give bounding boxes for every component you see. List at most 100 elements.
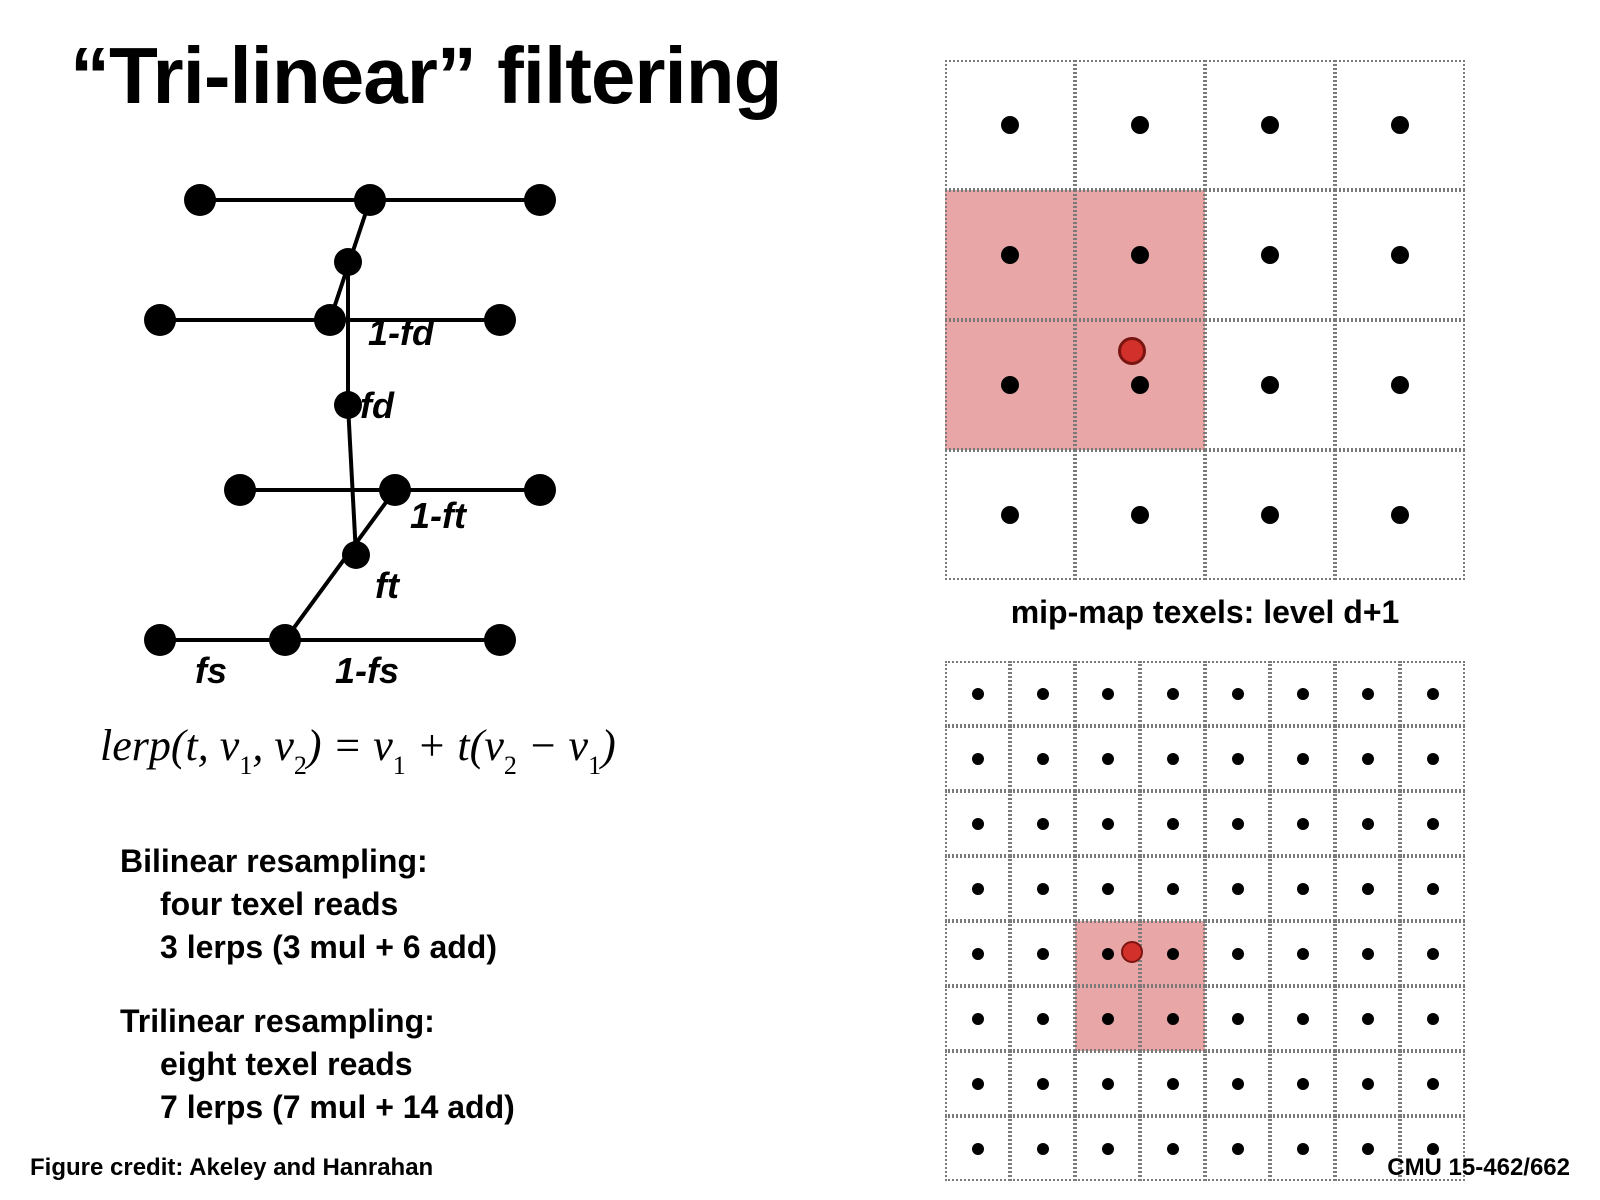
figure-credit: Figure credit: Akeley and Hanrahan	[30, 1154, 433, 1182]
texel-center-dot	[1037, 1078, 1049, 1090]
label-ft: ft	[375, 565, 399, 607]
mipmap-grid-d	[945, 661, 1465, 1181]
texel-center-dot	[1391, 246, 1409, 264]
caption-dplus1: mip-map texels: level d+1	[880, 594, 1530, 631]
texel-center-dot	[1362, 1078, 1374, 1090]
texel-center-dot	[1297, 1078, 1309, 1090]
texel-center-dot	[1427, 1078, 1439, 1090]
trilinear-diagram: 1-fd fd 1-ft ft fs 1-fs	[100, 160, 620, 690]
texel-center-dot	[1427, 753, 1439, 765]
texel-center-dot	[1232, 688, 1244, 700]
texel-center-dot	[1037, 1013, 1049, 1025]
texel-center-dot	[1391, 376, 1409, 394]
texel-center-dot	[1232, 818, 1244, 830]
texel-center-dot	[1427, 883, 1439, 895]
texel-center-dot	[1297, 883, 1309, 895]
trilinear-line1: eight texel reads	[120, 1043, 515, 1086]
texel-center-dot	[1297, 948, 1309, 960]
texel-center-dot	[1102, 948, 1114, 960]
texel-center-dot	[972, 818, 984, 830]
bilinear-line1: four texel reads	[120, 883, 497, 926]
texel-center-dot	[1001, 506, 1019, 524]
texel-center-dot	[1362, 1013, 1374, 1025]
label-1-ft: 1-ft	[410, 495, 466, 537]
texel-center-dot	[1232, 1143, 1244, 1155]
texel-center-dot	[1001, 116, 1019, 134]
texel-center-dot	[972, 883, 984, 895]
texel-center-dot	[1297, 688, 1309, 700]
texel-center-dot	[1232, 883, 1244, 895]
texel-center-dot	[1037, 883, 1049, 895]
texel-center-dot	[1232, 948, 1244, 960]
texel-center-dot	[972, 753, 984, 765]
bilinear-heading: Bilinear resampling:	[120, 843, 428, 879]
label-fd: fd	[360, 385, 394, 427]
trilinear-heading: Trilinear resampling:	[120, 1003, 435, 1039]
texel-center-dot	[1102, 818, 1114, 830]
label-1-fs: 1-fs	[335, 650, 399, 692]
texel-center-dot	[1362, 1143, 1374, 1155]
slide-title: “Tri-linear” filtering	[70, 30, 781, 122]
texel-center-dot	[1232, 1078, 1244, 1090]
texel-center-dot	[1131, 116, 1149, 134]
texel-center-dot	[1131, 246, 1149, 264]
lerp-equation: lerp(t, v1, v2) = v1 + t(v2 − v1)	[100, 720, 616, 777]
texel-center-dot	[1297, 1013, 1309, 1025]
texel-center-dot	[972, 948, 984, 960]
texel-center-dot	[1391, 506, 1409, 524]
texel-center-dot	[972, 1078, 984, 1090]
texel-center-dot	[972, 1143, 984, 1155]
texel-center-dot	[1167, 753, 1179, 765]
texel-center-dot	[1037, 818, 1049, 830]
bilinear-block: Bilinear resampling: four texel reads 3 …	[120, 840, 497, 970]
texel-center-dot	[1362, 883, 1374, 895]
texel-center-dot	[1427, 688, 1439, 700]
texel-center-dot	[1167, 1013, 1179, 1025]
texel-center-dot	[1261, 376, 1279, 394]
bilinear-line2: 3 lerps (3 mul + 6 add)	[120, 926, 497, 969]
texel-center-dot	[1297, 1143, 1309, 1155]
texel-center-dot	[1427, 1143, 1439, 1155]
texel-center-dot	[1232, 1013, 1244, 1025]
texel-center-dot	[1297, 753, 1309, 765]
caption-d: mip-map texels: level d	[880, 1195, 1530, 1200]
trilinear-line2: 7 lerps (7 mul + 14 add)	[120, 1086, 515, 1129]
texel-center-dot	[1037, 753, 1049, 765]
texel-center-dot	[1037, 948, 1049, 960]
texel-center-dot	[1131, 376, 1149, 394]
texel-center-dot	[1001, 376, 1019, 394]
texel-center-dot	[1001, 246, 1019, 264]
sample-point	[1121, 941, 1143, 963]
texel-center-dot	[1037, 688, 1049, 700]
texel-center-dot	[1167, 818, 1179, 830]
texel-center-dot	[1362, 818, 1374, 830]
texel-center-dot	[1427, 1013, 1439, 1025]
label-fs: fs	[195, 650, 227, 692]
texel-center-dot	[972, 1013, 984, 1025]
texel-center-dot	[1297, 818, 1309, 830]
texel-center-dot	[1102, 883, 1114, 895]
texel-center-dot	[1131, 506, 1149, 524]
texel-center-dot	[1261, 506, 1279, 524]
texel-center-dot	[1167, 948, 1179, 960]
texel-center-dot	[1362, 688, 1374, 700]
course-code: CMU 15-462/662	[1387, 1154, 1570, 1182]
texel-center-dot	[1261, 116, 1279, 134]
texel-center-dot	[1427, 948, 1439, 960]
texel-center-dot	[1102, 688, 1114, 700]
texel-center-dot	[1167, 883, 1179, 895]
texel-center-dot	[1362, 948, 1374, 960]
sample-point	[1118, 337, 1146, 365]
mipmap-grid-dplus1	[945, 60, 1465, 580]
texel-center-dot	[1167, 1078, 1179, 1090]
label-1-fd: 1-fd	[368, 312, 434, 354]
texel-center-dot	[1102, 753, 1114, 765]
texel-center-dot	[1427, 818, 1439, 830]
texel-center-dot	[1102, 1143, 1114, 1155]
texel-center-dot	[1261, 246, 1279, 264]
texel-center-dot	[1167, 688, 1179, 700]
texel-center-dot	[1167, 1143, 1179, 1155]
texel-center-dot	[1391, 116, 1409, 134]
texel-center-dot	[1362, 753, 1374, 765]
texel-center-dot	[1102, 1078, 1114, 1090]
